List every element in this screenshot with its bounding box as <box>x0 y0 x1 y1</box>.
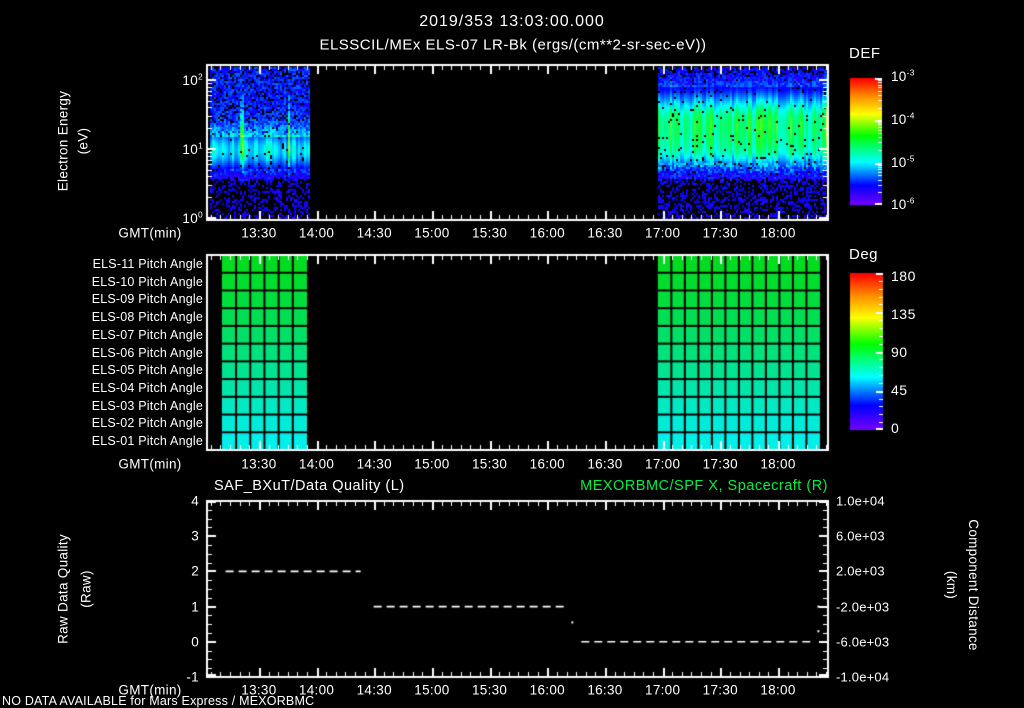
x-tick-label-middle: 14:00 <box>298 456 335 472</box>
pitch-row-label: ELS-08 Pitch Angle <box>91 309 203 324</box>
def-colorbar-tick-label: 10-6 <box>891 195 915 212</box>
quality-y-tick-label: 3 <box>191 528 199 544</box>
energy-y-tick-label: 101 <box>182 140 203 157</box>
pitch-row-label: ELS-11 Pitch Angle <box>92 256 203 271</box>
x-tick-label-middle: 17:00 <box>645 456 681 472</box>
x-tick-label-top: 14:30 <box>356 225 392 241</box>
def-colorbar-tick-label: 10-3 <box>891 67 915 84</box>
plot-page: 2019/353 13:03:00.000 ELSSCIL/MEx ELS-07… <box>0 0 1024 708</box>
deg-colorbar-tick-label: 180 <box>891 268 916 284</box>
quality-left-title: SAF_BXuT/Data Quality (L) <box>214 478 405 494</box>
pitch-row-label: ELS-04 Pitch Angle <box>91 380 203 395</box>
x-tick-label-middle: 15:30 <box>471 456 508 472</box>
pitch-row-label: ELS-10 Pitch Angle <box>91 274 203 289</box>
energy-y-tick-label: 102 <box>182 71 203 88</box>
distance-y-tick-label: -1.0e+04 <box>836 669 890 685</box>
distance-y-tick-label: -2.0e+03 <box>836 599 890 615</box>
x-tick-label-middle: 13:30 <box>241 456 277 472</box>
pitch-row-label: ELS-09 Pitch Angle <box>91 292 203 307</box>
pitch-row-label: ELS-02 Pitch Angle <box>91 416 203 431</box>
x-tick-label-middle: 16:00 <box>529 456 565 472</box>
x-tick-label-top: 15:30 <box>471 225 508 241</box>
x-tick-label-top: 17:00 <box>645 225 681 241</box>
energy-axis-label-line1: Electron Energy <box>55 90 71 192</box>
quality-y-tick-label: -1 <box>186 669 199 685</box>
deg-colorbar-tick-label: 0 <box>891 420 900 436</box>
x-tick-label-middle: 18:00 <box>760 456 796 472</box>
x-tick-label-bottom: 15:30 <box>471 682 508 698</box>
x-tick-label-top: 18:00 <box>760 225 796 241</box>
def-colorbar-tick-label: 10-5 <box>891 153 915 170</box>
quality-axis-label-line1: Raw Data Quality <box>55 534 71 644</box>
x-tick-label-top: 14:00 <box>298 225 335 241</box>
x-tick-label-bottom: 18:00 <box>760 682 796 698</box>
deg-colorbar-tick-label: 45 <box>891 382 908 398</box>
energy-y-tick-label: 100 <box>182 209 203 226</box>
pitch-row-label: ELS-07 Pitch Angle <box>91 327 203 342</box>
def-colorbar-tick-label: 10-4 <box>891 110 915 127</box>
x-tick-label-middle: 17:30 <box>702 456 738 472</box>
gmt-label-top: GMT(min) <box>118 225 182 241</box>
x-tick-label-middle: 16:30 <box>587 456 623 472</box>
distance-axis-label-line1: Component Distance <box>965 519 981 651</box>
distance-y-tick-label: 6.0e+03 <box>836 528 885 544</box>
pitch-row-label: ELS-01 Pitch Angle <box>91 433 203 448</box>
x-tick-label-top: 15:00 <box>414 225 450 241</box>
x-tick-label-middle: 14:30 <box>356 456 392 472</box>
distance-y-tick-label: 1.0e+04 <box>836 493 885 509</box>
quality-axis-label-line2: (Raw) <box>78 570 94 608</box>
pitch-row-label: ELS-05 Pitch Angle <box>91 362 203 377</box>
pitch-row-label: ELS-03 Pitch Angle <box>91 398 203 413</box>
quality-y-tick-label: 2 <box>191 563 199 579</box>
quality-y-tick-label: 0 <box>191 634 199 650</box>
deg-colorbar-title: Deg <box>849 246 879 263</box>
x-tick-label-bottom: 17:00 <box>645 682 681 698</box>
x-tick-label-bottom: 16:00 <box>529 682 565 698</box>
quality-right-title: MEXORBMC/SPF X, Spacecraft (R) <box>580 478 828 494</box>
x-tick-label-top: 16:00 <box>529 225 565 241</box>
distance-y-tick-label: 2.0e+03 <box>836 563 885 579</box>
gmt-label-middle: GMT(min) <box>118 456 182 472</box>
x-tick-label-bottom: 16:30 <box>587 682 623 698</box>
quality-y-tick-label: 4 <box>191 493 199 509</box>
quality-y-tick-label: 1 <box>191 598 199 614</box>
distance-y-tick-label: -6.0e+03 <box>836 634 890 650</box>
def-colorbar-title: DEF <box>849 45 881 62</box>
x-tick-label-bottom: 13:30 <box>241 682 277 698</box>
x-tick-label-top: 17:30 <box>702 225 738 241</box>
deg-colorbar-tick-label: 135 <box>891 306 916 322</box>
x-tick-label-middle: 15:00 <box>414 456 450 472</box>
x-tick-label-bottom: 15:00 <box>414 682 450 698</box>
deg-colorbar-tick-label: 90 <box>891 344 908 360</box>
energy-axis-label-line2: (eV) <box>75 127 91 155</box>
x-tick-label-bottom: 17:30 <box>702 682 738 698</box>
x-tick-label-bottom: 14:00 <box>298 682 335 698</box>
x-tick-label-top: 13:30 <box>241 225 277 241</box>
instrument-title: ELSSCIL/MEx ELS-07 LR-Bk (ergs/(cm**2-sr… <box>319 36 707 54</box>
x-tick-label-top: 16:30 <box>587 225 623 241</box>
pitch-row-label: ELS-06 Pitch Angle <box>91 345 203 360</box>
x-tick-label-bottom: 14:30 <box>356 682 392 698</box>
date-title: 2019/353 13:03:00.000 <box>419 13 605 30</box>
distance-axis-label-line2: (km) <box>943 570 959 600</box>
